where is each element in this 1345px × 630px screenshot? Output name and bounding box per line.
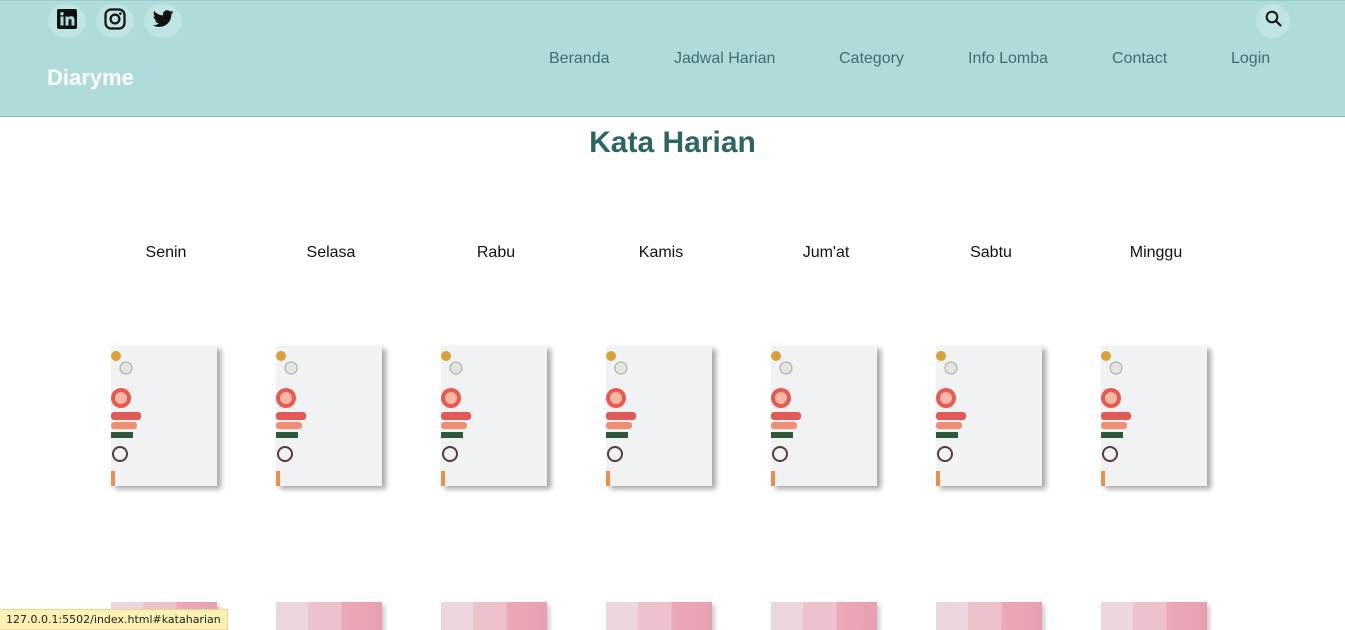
social-links: [48, 4, 182, 38]
day-label-minggu: Minggu: [1129, 244, 1183, 261]
pink-card-3[interactable]: [441, 602, 547, 630]
link-status-bar: 127.0.0.1:5502/index.html#kataharian: [0, 609, 228, 630]
twitter-link[interactable]: [144, 4, 182, 38]
day-label-kamis: Kamis: [638, 244, 684, 261]
card-image: [276, 351, 306, 486]
day-label-sabtu: Sabtu: [970, 244, 1012, 261]
linkedin-icon: [57, 8, 77, 34]
day-label-senin: Senin: [145, 244, 187, 261]
twitter-icon: [152, 9, 174, 33]
pink-card-6[interactable]: [936, 602, 1042, 630]
nav-item-contact[interactable]: Contact: [1112, 50, 1167, 68]
pink-card-2[interactable]: [276, 602, 382, 630]
pink-card-5[interactable]: [771, 602, 877, 630]
card-image: [771, 351, 801, 486]
section-title: Kata Harian: [589, 126, 756, 159]
day-card-senin[interactable]: [111, 346, 217, 486]
nav-item-category[interactable]: Category: [839, 50, 904, 68]
day-card-jumat[interactable]: [771, 346, 877, 486]
day-card-selasa[interactable]: [276, 346, 382, 486]
card-image: [111, 351, 141, 486]
site-header: Diaryme Beranda Jadwal Harian Category I…: [0, 0, 1345, 117]
nav-item-beranda[interactable]: Beranda: [549, 50, 610, 68]
linkedin-link[interactable]: [48, 4, 86, 38]
instagram-icon: [104, 7, 126, 35]
day-label-jumat: Jum'at: [802, 244, 850, 261]
nav-item-info-lomba[interactable]: Info Lomba: [968, 50, 1048, 68]
pink-card-4[interactable]: [606, 602, 712, 630]
main-nav: Beranda Jadwal Harian Category Info Lomb…: [0, 50, 1345, 70]
day-card-kamis[interactable]: [606, 346, 712, 486]
day-card-rabu[interactable]: [441, 346, 547, 486]
day-label-selasa: Selasa: [306, 244, 356, 261]
day-label-rabu: Rabu: [476, 244, 516, 261]
search-button[interactable]: [1256, 4, 1290, 38]
card-image: [936, 351, 966, 486]
card-image: [606, 351, 636, 486]
search-icon: [1265, 10, 1282, 32]
day-card-sabtu[interactable]: [936, 346, 1042, 486]
card-image: [441, 351, 471, 486]
nav-item-jadwal-harian[interactable]: Jadwal Harian: [674, 50, 775, 68]
day-card-minggu[interactable]: [1101, 346, 1207, 486]
pink-card-7[interactable]: [1101, 602, 1207, 630]
nav-item-login[interactable]: Login: [1231, 50, 1270, 68]
card-image: [1101, 351, 1131, 486]
instagram-link[interactable]: [96, 4, 134, 38]
